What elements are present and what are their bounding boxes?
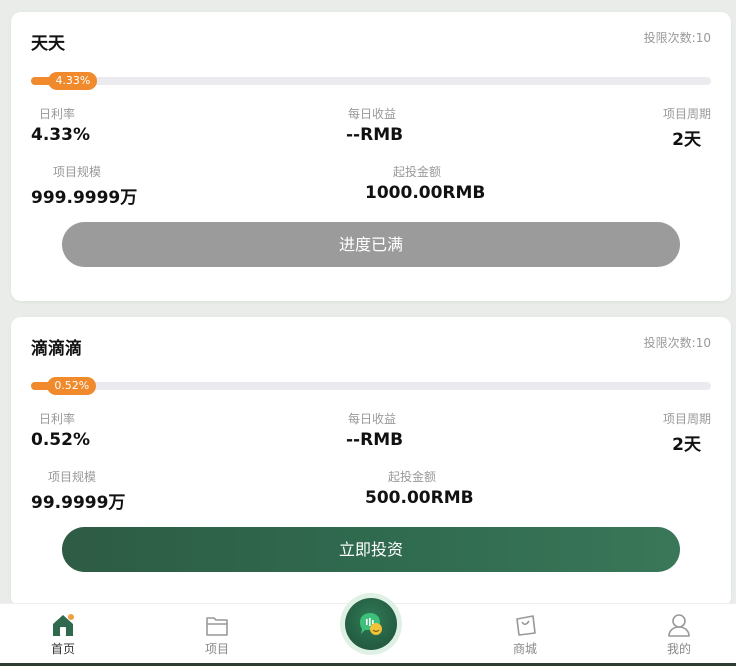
min-invest-value: 500.00RMB: [365, 488, 474, 508]
folder-icon: [206, 617, 228, 636]
tab-label: 首页: [50, 642, 75, 656]
min-invest-value: 1000.00RMB: [365, 183, 486, 203]
daily-income-label: 每日收益: [348, 412, 397, 426]
tab-label: 项目: [204, 642, 229, 656]
daily-rate-label: 日利率: [39, 412, 76, 426]
period-value: 2天: [672, 435, 701, 455]
daily-rate-label: 日利率: [39, 107, 76, 121]
daily-income-label: 每日收益: [348, 107, 397, 121]
scale-label: 项目规模: [53, 165, 102, 179]
progress-full-button[interactable]: 进度已满: [62, 222, 680, 267]
project-card: 天天 投限次数:10 4.33% 日利率 4.33% 每日收益 --RMB 项目…: [11, 12, 731, 301]
daily-rate-value: 4.33%: [31, 125, 90, 145]
project-card: 滴滴滴 投限次数:10 0.52% 日利率 0.52% 每日收益 --RMB 项…: [11, 317, 731, 607]
tab-projects[interactable]: 项目: [177, 604, 257, 664]
progress-badge: 0.52%: [47, 377, 97, 395]
period-label: 项目周期: [662, 412, 711, 426]
tab-label: 商城: [512, 642, 537, 656]
invest-count: 投限次数:10: [643, 31, 711, 45]
invest-count: 投限次数:10: [643, 336, 711, 350]
chat-center-icon: [360, 613, 382, 635]
tab-home[interactable]: 首页: [23, 604, 103, 664]
progress-bar: 0.52%: [31, 377, 711, 395]
daily-income-value: --RMB: [346, 125, 404, 145]
invest-now-button[interactable]: 立即投资: [62, 527, 680, 572]
center-chat-button[interactable]: [345, 598, 397, 650]
period-value: 2天: [672, 130, 701, 150]
min-invest-label: 起投金额: [388, 470, 437, 484]
scale-value: 99.9999万: [31, 493, 126, 513]
tab-mine[interactable]: 我的: [639, 604, 719, 664]
bottom-tab-bar: 首页 项目 商城 我的: [0, 598, 736, 666]
progress-bar: 4.33%: [31, 72, 711, 90]
scale-label: 项目规模: [48, 470, 97, 484]
daily-income-value: --RMB: [346, 430, 404, 450]
project-title: 天天: [31, 34, 65, 54]
user-icon: [668, 614, 690, 637]
shopping-bag-icon: [516, 615, 536, 636]
project-title: 滴滴滴: [31, 339, 82, 359]
daily-rate-value: 0.52%: [31, 430, 90, 450]
scale-value: 999.9999万: [31, 188, 138, 208]
progress-badge: 4.33%: [48, 72, 98, 90]
min-invest-label: 起投金额: [393, 165, 442, 179]
home-icon: [53, 614, 74, 636]
period-label: 项目周期: [662, 107, 711, 121]
tab-mall[interactable]: 商城: [485, 604, 565, 664]
tab-label: 我的: [666, 642, 691, 656]
